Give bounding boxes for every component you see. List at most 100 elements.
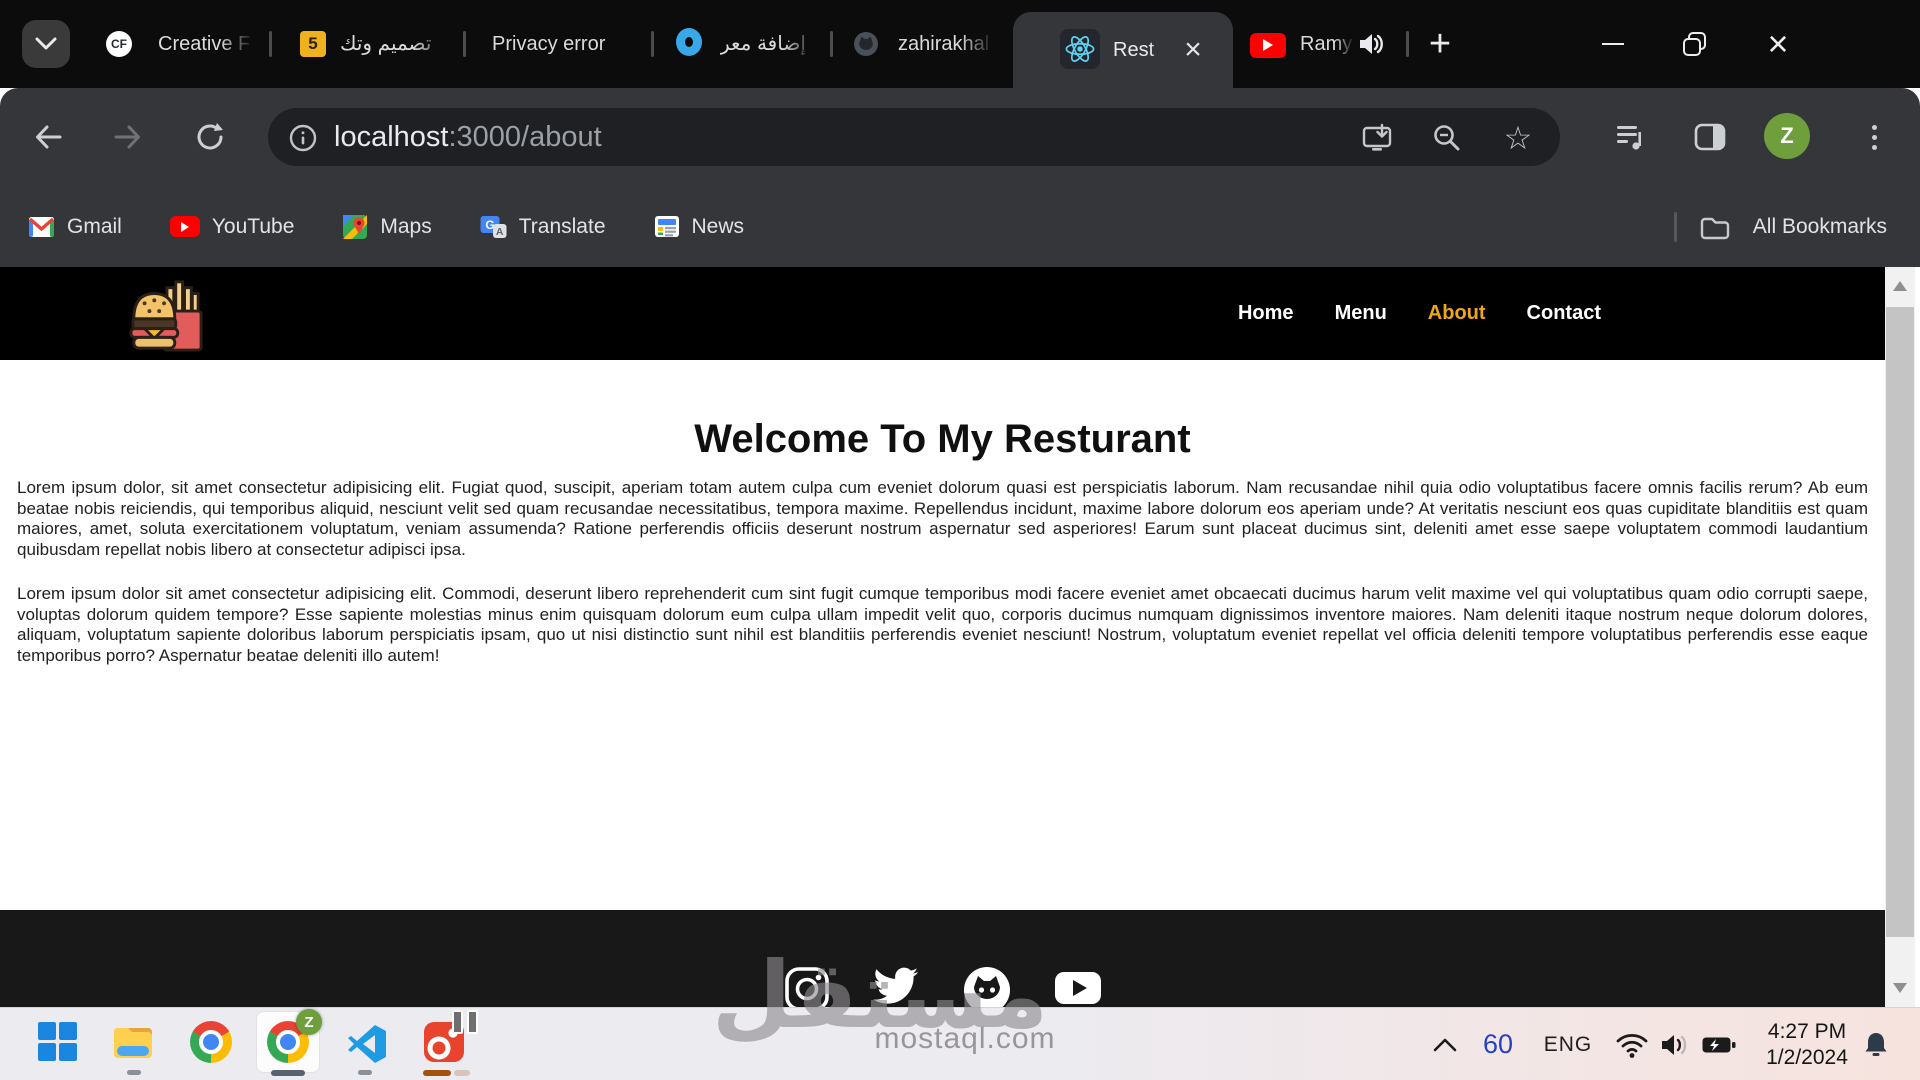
wifi-icon: [1615, 1031, 1649, 1059]
github-icon[interactable]: [962, 966, 1012, 1007]
nav-link-about[interactable]: About: [1428, 302, 1486, 325]
tab-active-restaurant[interactable]: Rest ×: [1013, 12, 1233, 88]
reload-button[interactable]: [182, 109, 238, 165]
install-icon: [1361, 122, 1393, 154]
file-explorer-button[interactable]: [112, 1022, 154, 1067]
window-minimize-button[interactable]: [1585, 16, 1641, 72]
window-restore-button[interactable]: [1667, 16, 1723, 72]
tab-label[interactable]: zahirakhal: [898, 30, 994, 58]
tab-separator: [1406, 31, 1409, 57]
tab-label[interactable]: تصميم وتك: [340, 30, 452, 58]
pause-overlay-icon: [452, 1010, 478, 1034]
tab-favicon-github[interactable]: [853, 31, 879, 57]
bookmark-youtube[interactable]: YouTube: [170, 215, 295, 239]
github-icon: [853, 31, 879, 57]
minimize-icon: [1602, 43, 1624, 45]
page-scrollbar[interactable]: [1885, 267, 1920, 1007]
three-dots-icon: [1872, 125, 1877, 150]
install-app-button[interactable]: [1360, 121, 1394, 155]
tab-favicon-blue-circle[interactable]: [676, 29, 702, 55]
tab-label[interactable]: Ramy: [1300, 30, 1354, 58]
profile-badge: Z: [296, 1009, 322, 1035]
screen: CF Creative F 5 تصميم وتك Privacy error …: [0, 0, 1920, 1080]
reload-icon: [194, 121, 226, 153]
tray-battery-percent-badge[interactable]: 60: [1474, 1008, 1522, 1080]
nav-link-contact[interactable]: Contact: [1527, 302, 1601, 325]
react-favicon-box: [1060, 29, 1100, 69]
notifications-button[interactable]: [1856, 1008, 1896, 1080]
bookmark-maps[interactable]: Maps: [342, 214, 431, 240]
bookmark-star-button[interactable]: ☆: [1501, 121, 1535, 155]
vscode-icon: [347, 1023, 387, 1063]
speaker-icon: [1659, 1031, 1693, 1059]
all-bookmarks[interactable]: All Bookmarks: [1674, 186, 1887, 267]
all-bookmarks-label: All Bookmarks: [1753, 215, 1887, 239]
running-indicator-secondary: [454, 1070, 470, 1076]
wifi-button[interactable]: [1612, 1008, 1652, 1080]
bookmark-news[interactable]: News: [654, 215, 745, 239]
tab-favicon-youtube[interactable]: [1250, 32, 1286, 58]
volume-button[interactable]: [1656, 1008, 1696, 1080]
tab-label: Rest: [1113, 36, 1171, 64]
address-bar[interactable]: localhost:3000/about ☆: [268, 108, 1560, 166]
cf-icon: CF: [106, 31, 132, 57]
window-close-button[interactable]: ×: [1750, 16, 1806, 72]
url-path: :3000/about: [448, 121, 601, 153]
burger-fries-icon: [128, 274, 204, 354]
page-title: Welcome To My Resturant: [0, 417, 1885, 462]
profile-avatar[interactable]: Z: [1764, 113, 1810, 159]
browser-menu-button[interactable]: [1846, 109, 1902, 165]
side-panel-button[interactable]: [1682, 109, 1738, 165]
media-controls-button[interactable]: [1602, 109, 1658, 165]
forward-button[interactable]: [100, 109, 156, 165]
nav-link-home[interactable]: Home: [1238, 302, 1294, 325]
bookmark-translate[interactable]: G A Translate: [480, 215, 606, 239]
battery-button[interactable]: [1698, 1008, 1740, 1080]
bookmark-gmail[interactable]: Gmail: [28, 215, 122, 239]
tab-favicon-creative-fabrica[interactable]: CF: [106, 31, 132, 57]
nav-link-menu[interactable]: Menu: [1335, 302, 1387, 325]
svg-text:A: A: [496, 226, 504, 238]
scrollbar-up-arrow-icon[interactable]: [1893, 281, 1907, 291]
tab-favicon-khamsat[interactable]: 5: [300, 31, 326, 57]
windows-taskbar: Z 60 ENG: [0, 1007, 1920, 1080]
browser-toolbar: localhost:3000/about ☆: [0, 88, 1920, 186]
scrollbar-thumb[interactable]: [1886, 307, 1914, 937]
tab-label[interactable]: إضافة معر: [720, 30, 816, 58]
zoom-level-button[interactable]: [1430, 121, 1464, 155]
language-indicator[interactable]: ENG: [1540, 1008, 1596, 1080]
youtube-icon[interactable]: [1054, 966, 1102, 1007]
twitter-icon[interactable]: [872, 966, 920, 1007]
tab-close-button[interactable]: ×: [1173, 30, 1213, 70]
url-text[interactable]: localhost:3000/about: [334, 108, 602, 166]
instagram-icon[interactable]: [784, 966, 830, 1007]
running-indicator: [423, 1070, 451, 1076]
web-page: Home Menu About Contact Welcome To My Re…: [0, 267, 1885, 1007]
tray-date: 1/2/2024: [1766, 1045, 1848, 1071]
start-button[interactable]: [38, 1022, 77, 1061]
scrollbar-track[interactable]: [1885, 267, 1915, 1007]
windows-logo-icon: [38, 1022, 77, 1061]
chrome-button[interactable]: [190, 1021, 232, 1063]
scrollbar-down-arrow-icon[interactable]: [1893, 983, 1907, 993]
tray-overflow-button[interactable]: [1428, 1008, 1462, 1080]
tab-search-button[interactable]: [22, 20, 70, 68]
new-tab-button[interactable]: +: [1418, 22, 1462, 66]
bookmark-label: Maps: [380, 215, 431, 239]
restaurant-logo[interactable]: [128, 274, 204, 359]
tab-label[interactable]: Creative F: [158, 30, 254, 58]
tray-time: 4:27 PM: [1766, 1019, 1848, 1045]
clock[interactable]: 4:27 PM 1/2/2024: [1752, 1008, 1862, 1080]
browser-tab-strip: CF Creative F 5 تصميم وتك Privacy error …: [0, 0, 1920, 88]
close-icon: ×: [1767, 26, 1788, 62]
five-icon: 5: [300, 31, 326, 57]
running-indicator: [358, 1070, 372, 1075]
tab-audio-button[interactable]: [1356, 29, 1386, 59]
tab-separator: [830, 31, 833, 57]
site-info-button[interactable]: [286, 121, 320, 155]
blue-donut-icon: [676, 28, 702, 56]
back-button[interactable]: [20, 109, 76, 165]
tab-label[interactable]: Privacy error: [492, 30, 632, 58]
forward-arrow-icon: [112, 121, 144, 153]
vscode-button[interactable]: [347, 1023, 387, 1068]
